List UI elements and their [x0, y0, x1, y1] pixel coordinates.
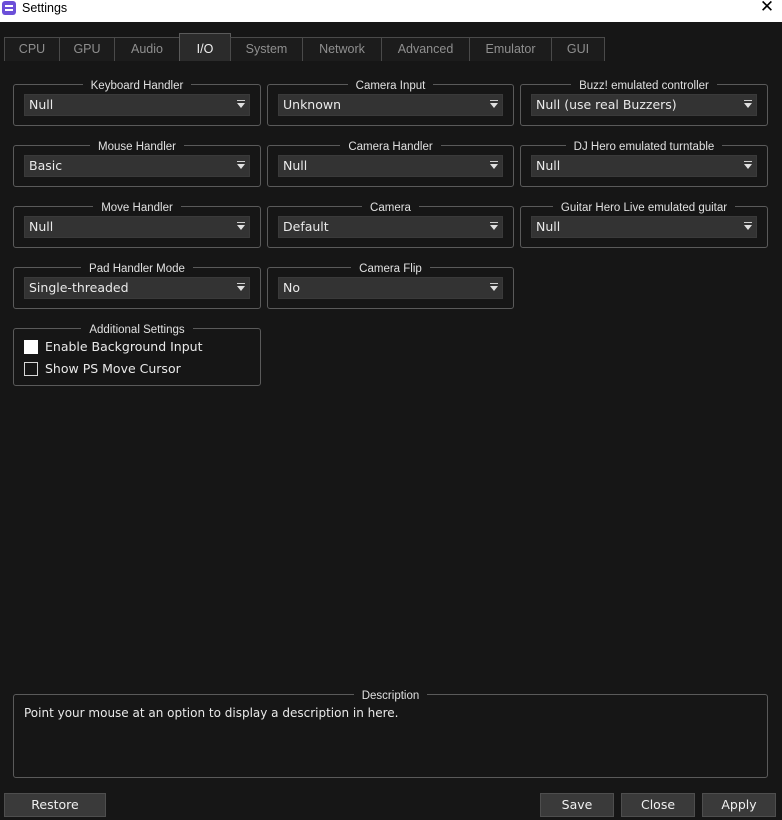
- description-text: Point your mouse at an option to display…: [24, 706, 399, 720]
- dropdown-arrow-icon: [488, 217, 502, 237]
- mouse-handler-select[interactable]: Basic: [24, 155, 250, 177]
- combo-value: Null: [283, 158, 308, 173]
- additional-settings-group: Additional Settings Enable Background In…: [13, 324, 261, 386]
- dropdown-arrow-icon: [488, 278, 502, 298]
- keyboard-handler-group: Keyboard Handler Null: [13, 80, 261, 126]
- combo-value: Default: [283, 219, 329, 234]
- apply-button[interactable]: Apply: [702, 793, 776, 817]
- window-title: Settings: [22, 1, 68, 15]
- title-bar: Settings ✕: [0, 0, 782, 22]
- tab-gui[interactable]: GUI: [551, 37, 605, 61]
- combo-value: Null: [29, 97, 54, 112]
- combo-value: No: [283, 280, 300, 295]
- camera-flip-select[interactable]: No: [278, 277, 503, 299]
- group-title: Camera Flip: [351, 263, 430, 275]
- dropdown-arrow-icon: [235, 278, 249, 298]
- tab-advanced[interactable]: Advanced: [381, 37, 470, 61]
- dropdown-arrow-icon: [235, 217, 249, 237]
- camera-handler-group: Camera Handler Null: [267, 141, 514, 187]
- group-title: Camera Handler: [340, 141, 441, 153]
- buzz-controller-group: Buzz! emulated controller Null (use real…: [520, 80, 768, 126]
- checkbox-label: Enable Background Input: [45, 339, 203, 354]
- pad-handler-mode-group: Pad Handler Mode Single-threaded: [13, 263, 261, 309]
- show-ps-move-cursor-checkbox-row[interactable]: Show PS Move Cursor: [24, 361, 244, 377]
- camera-input-group: Camera Input Unknown: [267, 80, 514, 126]
- close-button[interactable]: Close: [621, 793, 695, 817]
- checkbox-label: Show PS Move Cursor: [45, 361, 181, 376]
- combo-value: Null: [536, 158, 561, 173]
- dropdown-arrow-icon: [488, 156, 502, 176]
- restore-defaults-button[interactable]: Restore Defaults: [4, 793, 106, 820]
- dj-hero-turntable-group: DJ Hero emulated turntable Null: [520, 141, 768, 187]
- dropdown-arrow-icon: [488, 95, 502, 115]
- save-button[interactable]: Save: [540, 793, 614, 817]
- tab-emulator[interactable]: Emulator: [469, 37, 552, 61]
- dropdown-arrow-icon: [742, 95, 756, 115]
- camera-handler-select[interactable]: Null: [278, 155, 503, 177]
- group-title: Additional Settings: [81, 324, 193, 336]
- dropdown-arrow-icon: [235, 156, 249, 176]
- dropdown-arrow-icon: [235, 95, 249, 115]
- combo-value: Null: [536, 219, 561, 234]
- guitar-hero-live-guitar-select[interactable]: Null: [531, 216, 757, 238]
- description-group: Description Point your mouse at an optio…: [13, 690, 768, 778]
- camera-select[interactable]: Default: [278, 216, 503, 238]
- pad-handler-mode-select[interactable]: Single-threaded: [24, 277, 250, 299]
- combo-value: Unknown: [283, 97, 342, 112]
- tab-cpu[interactable]: CPU: [4, 37, 60, 61]
- show-ps-move-cursor-checkbox[interactable]: [24, 362, 38, 376]
- guitar-hero-live-guitar-group: Guitar Hero Live emulated guitar Null: [520, 202, 768, 248]
- group-title: Keyboard Handler: [82, 80, 192, 92]
- settings-window: Settings ✕ CPU GPU Audio I/O System Netw…: [0, 0, 782, 820]
- enable-background-input-checkbox[interactable]: [24, 340, 38, 354]
- group-title: Camera: [362, 202, 419, 214]
- group-title: Camera Input: [347, 80, 434, 92]
- app-icon: [2, 1, 16, 15]
- mouse-handler-group: Mouse Handler Basic: [13, 141, 261, 187]
- dj-hero-turntable-select[interactable]: Null: [531, 155, 757, 177]
- camera-group: Camera Default: [267, 202, 514, 248]
- move-handler-select[interactable]: Null: [24, 216, 250, 238]
- move-handler-group: Move Handler Null: [13, 202, 261, 248]
- group-title: Buzz! emulated controller: [571, 80, 717, 92]
- dropdown-arrow-icon: [742, 156, 756, 176]
- buzz-controller-select[interactable]: Null (use real Buzzers): [531, 94, 757, 116]
- close-icon[interactable]: ✕: [756, 0, 778, 17]
- combo-value: Basic: [29, 158, 63, 173]
- tab-io[interactable]: I/O: [179, 33, 231, 61]
- tab-network[interactable]: Network: [302, 37, 382, 61]
- group-title: Guitar Hero Live emulated guitar: [552, 202, 736, 214]
- tab-system[interactable]: System: [230, 37, 303, 61]
- keyboard-handler-select[interactable]: Null: [24, 94, 250, 116]
- camera-input-select[interactable]: Unknown: [278, 94, 503, 116]
- dropdown-arrow-icon: [742, 217, 756, 237]
- tab-gpu[interactable]: GPU: [59, 37, 115, 61]
- combo-value: Null (use real Buzzers): [536, 97, 677, 112]
- group-title: Description: [353, 690, 428, 702]
- group-title: Mouse Handler: [90, 141, 184, 153]
- combo-value: Null: [29, 219, 54, 234]
- group-title: Pad Handler Mode: [81, 263, 193, 275]
- camera-flip-group: Camera Flip No: [267, 263, 514, 309]
- group-title: Move Handler: [93, 202, 181, 214]
- group-title: DJ Hero emulated turntable: [565, 141, 723, 153]
- combo-value: Single-threaded: [29, 280, 129, 295]
- enable-background-input-checkbox-row[interactable]: Enable Background Input: [24, 339, 244, 355]
- tab-audio[interactable]: Audio: [114, 37, 180, 61]
